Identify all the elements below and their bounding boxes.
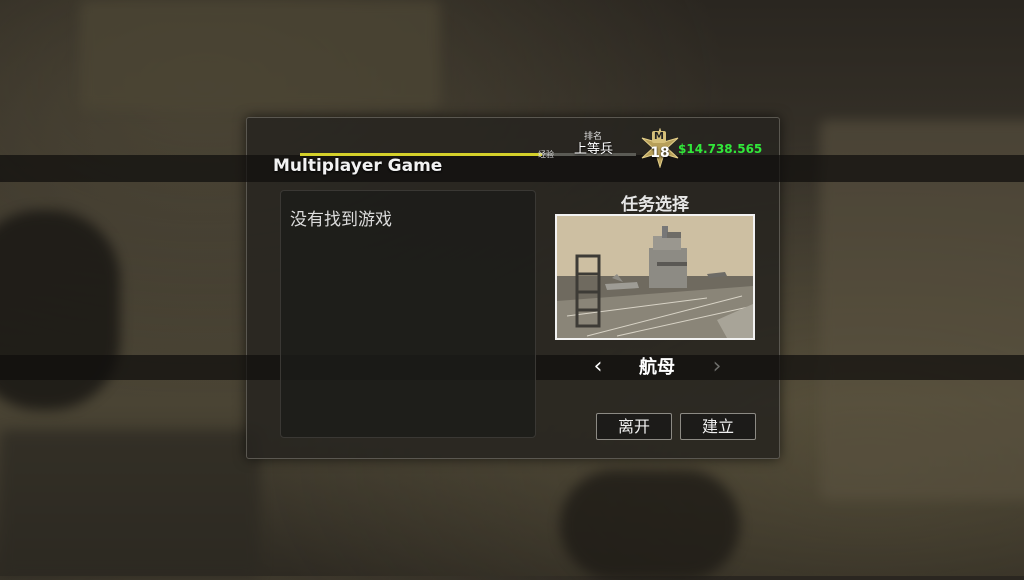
- xp-label: 经验: [538, 150, 554, 159]
- money-balance: $14.738.565: [678, 142, 763, 156]
- mission-select-title: 任务选择: [621, 195, 689, 215]
- create-button[interactable]: 建立: [680, 413, 756, 440]
- empty-game-list-message: 没有找到游戏: [290, 210, 392, 230]
- background-blur: [560, 470, 740, 580]
- leave-button[interactable]: 离开: [596, 413, 672, 440]
- xp-progress-fill: [300, 153, 542, 156]
- background-blur: [0, 210, 120, 410]
- rank-level: 18: [650, 145, 670, 161]
- dialog-title: Multiplayer Game: [273, 156, 443, 176]
- background-blur: [0, 430, 260, 576]
- rank-badge-letter: M: [652, 131, 666, 143]
- map-preview-image: [555, 214, 755, 340]
- background-blur: [80, 0, 440, 110]
- next-map-button[interactable]: ›: [707, 355, 727, 380]
- prev-map-button[interactable]: ‹: [588, 355, 608, 380]
- title-band: [0, 155, 1024, 182]
- selected-map-name: 航母: [639, 357, 675, 378]
- carrier-map-illustration: [557, 216, 753, 338]
- rank-name: 上等兵: [574, 142, 614, 157]
